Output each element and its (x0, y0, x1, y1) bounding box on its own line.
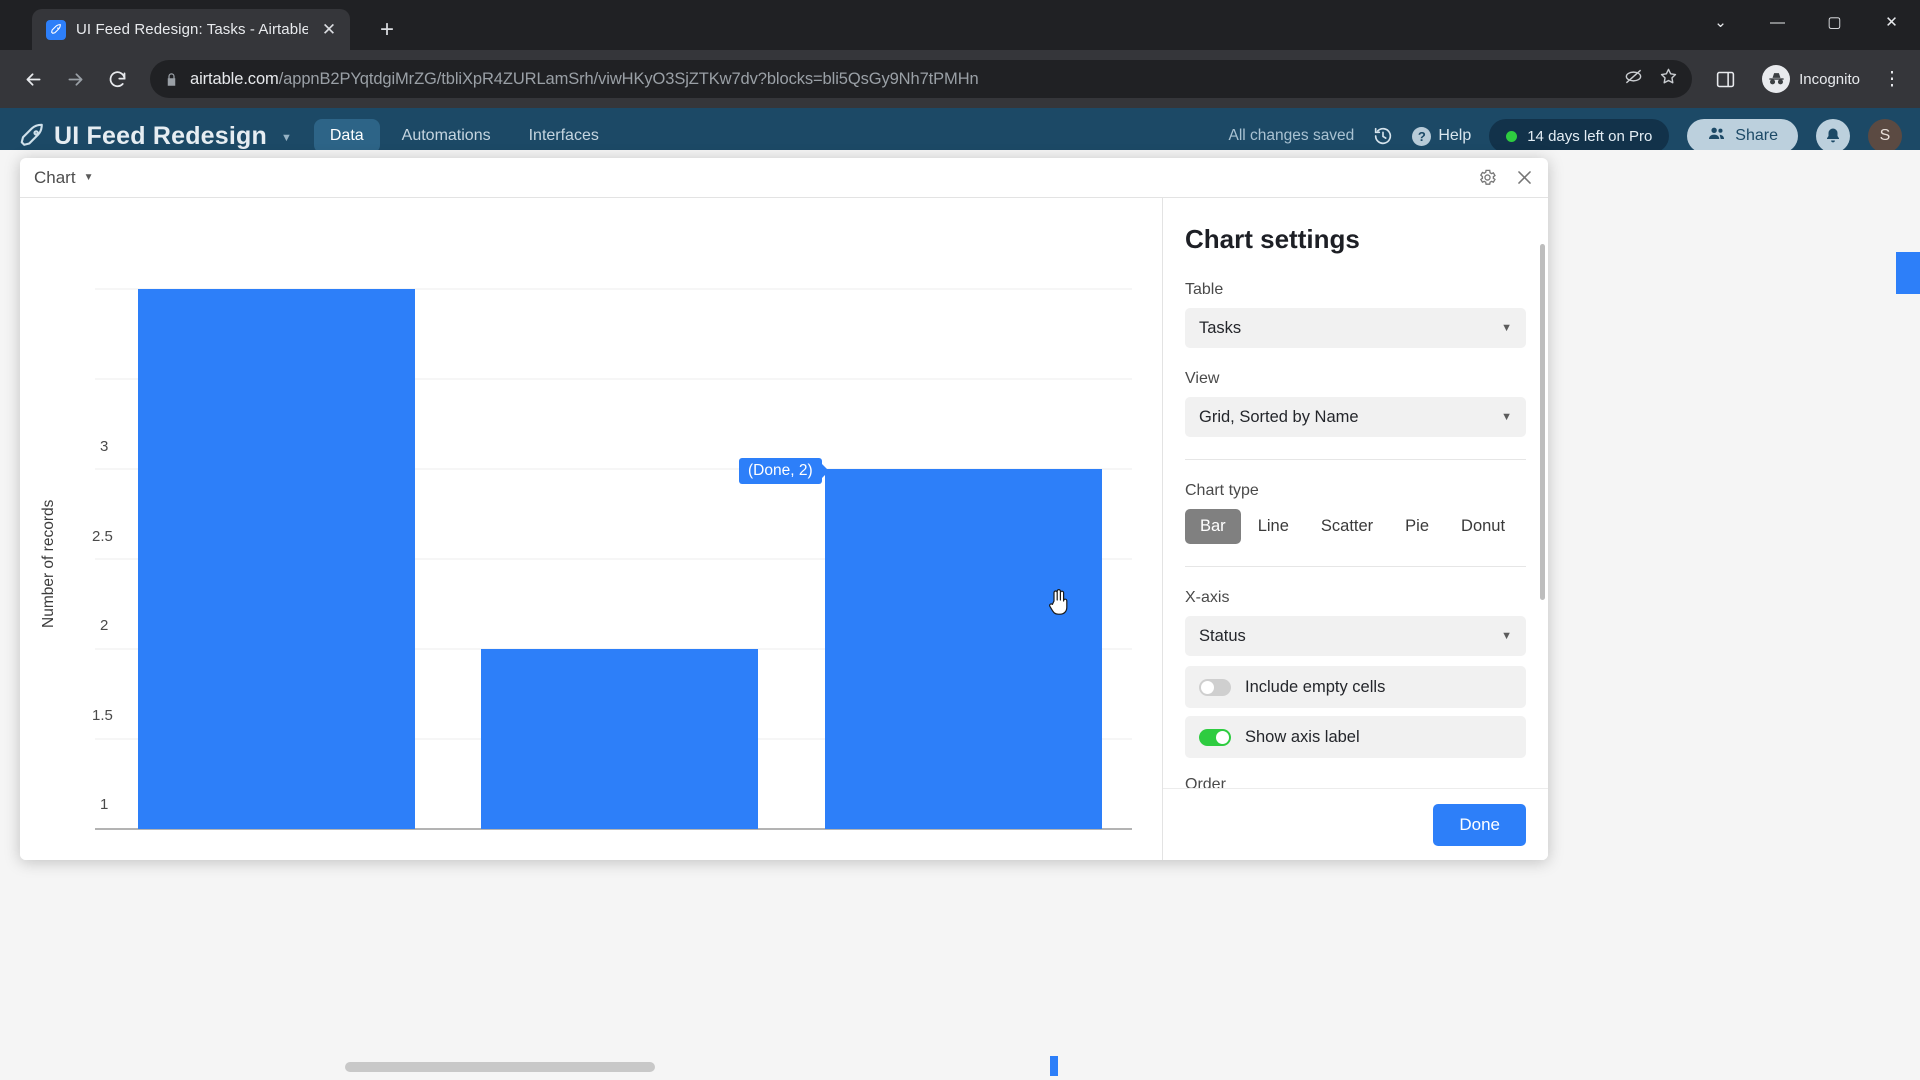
view-field-label: View (1185, 370, 1220, 387)
tab-close-icon[interactable]: ✕ (318, 21, 340, 38)
chevron-down-icon[interactable]: ▼ (281, 132, 292, 144)
trial-badge[interactable]: 14 days left on Pro (1489, 119, 1670, 153)
table-field-label: Table (1185, 281, 1224, 298)
share-button[interactable]: Share (1687, 119, 1798, 153)
x-axis-select-value: Status (1199, 626, 1246, 645)
chart-type-pie[interactable]: Pie (1390, 509, 1444, 544)
bell-icon[interactable] (1816, 119, 1850, 153)
table-select-value: Tasks (1199, 318, 1242, 337)
status-dot-icon (1506, 130, 1518, 142)
chart-settings-panel: Chart settings Table Tasks ▼ View Grid, … (1162, 198, 1548, 860)
reload-button[interactable] (98, 60, 136, 98)
chart-type-label: Chart type (1185, 482, 1259, 499)
settings-footer: Done (1163, 788, 1548, 860)
chevron-down-icon[interactable]: ⌄ (1692, 0, 1749, 44)
view-select-value: Grid, Sorted by Name (1199, 407, 1359, 426)
people-icon (1707, 124, 1726, 148)
chart-type-donut[interactable]: Donut (1446, 509, 1520, 544)
grid-row-highlight (1896, 252, 1920, 294)
browser-tab[interactable]: UI Feed Redesign: Tasks - Airtable ✕ (32, 9, 350, 50)
new-tab-button[interactable]: + (372, 18, 402, 42)
bar-chart: 3 2.5 2 1.5 1 0.5 0 Number of records To… (20, 198, 1162, 860)
chart-type-line[interactable]: Line (1243, 509, 1304, 544)
done-button[interactable]: Done (1433, 803, 1526, 846)
settings-scrollbar[interactable] (1540, 244, 1545, 600)
bar-in-progress (481, 649, 758, 829)
chart-tooltip: (Done, 2) (739, 458, 822, 484)
chart-app-modal: Chart ▼ 3 2.5 2 1.5 1 Number of records … (20, 158, 1548, 860)
chart-type-group: Bar Line Scatter Pie Donut (1185, 509, 1526, 544)
url-path: /appnB2PYqtdgiMrZG/tbliXpR4ZURLamSrh/viw… (278, 69, 979, 88)
chevron-down-icon: ▼ (1501, 322, 1512, 334)
window-close-icon[interactable]: ✕ (1863, 0, 1920, 44)
question-mark-icon: ? (1412, 126, 1432, 146)
tab-automations[interactable]: Automations (386, 119, 507, 153)
browser-tab-title: UI Feed Redesign: Tasks - Airtable (76, 21, 308, 38)
minimize-icon[interactable]: — (1749, 0, 1806, 44)
chart-type-scatter[interactable]: Scatter (1306, 509, 1388, 544)
lock-icon (164, 72, 179, 87)
grid-column-marker (1050, 1056, 1058, 1076)
browser-tabstrip: UI Feed Redesign: Tasks - Airtable ✕ + ⌄… (0, 0, 1920, 50)
url-domain: airtable.com (190, 69, 279, 88)
help-label: Help (1438, 127, 1472, 144)
chart-type-bar[interactable]: Bar (1185, 509, 1241, 544)
browser-toolbar: airtable.com/appnB2PYqtdgiMrZG/tbliXpR4Z… (0, 50, 1920, 108)
address-bar[interactable]: airtable.com/appnB2PYqtdgiMrZG/tbliXpR4Z… (150, 60, 1693, 98)
include-empty-cells-toggle[interactable] (1199, 678, 1231, 696)
x-axis-field-label: X-axis (1185, 589, 1230, 606)
back-button[interactable] (14, 60, 52, 98)
bar-done (825, 469, 1102, 829)
bar-to-do (138, 289, 415, 829)
show-axis-label-row[interactable]: Show axis label (1185, 716, 1526, 758)
history-icon[interactable] (1372, 125, 1394, 147)
settings-title: Chart settings (1185, 224, 1360, 254)
rocket-icon (18, 121, 48, 151)
kebab-menu-icon[interactable]: ⋮ (1878, 68, 1906, 91)
show-axis-label-label: Show axis label (1245, 727, 1360, 746)
settings-divider (1185, 459, 1526, 460)
share-label: Share (1735, 127, 1778, 144)
show-axis-label-toggle[interactable] (1199, 728, 1231, 746)
table-select[interactable]: Tasks ▼ (1185, 308, 1526, 348)
view-select[interactable]: Grid, Sorted by Name ▼ (1185, 397, 1526, 437)
x-axis-select[interactable]: Status ▼ (1185, 616, 1526, 656)
app-titlebar: Chart ▼ (20, 158, 1548, 198)
incognito-icon (1762, 65, 1791, 93)
side-panel-icon[interactable] (1706, 60, 1744, 98)
caret-down-icon[interactable]: ▼ (84, 172, 94, 183)
app-body: 3 2.5 2 1.5 1 0.5 0 Number of records To… (20, 198, 1548, 860)
app-name[interactable]: Chart (34, 168, 76, 188)
settings-scroll-region: Chart settings Table Tasks ▼ View Grid, … (1163, 198, 1548, 860)
include-empty-cells-label: Include empty cells (1245, 677, 1386, 696)
settings-divider-2 (1185, 566, 1526, 567)
save-status: All changes saved (1228, 127, 1355, 144)
incognito-indicator[interactable]: Incognito (1756, 62, 1874, 96)
address-bar-text: airtable.com/appnB2PYqtdgiMrZG/tbliXpR4Z… (190, 70, 1613, 89)
star-icon[interactable] (1659, 67, 1678, 91)
window-controls: ⌄ — ▢ ✕ (1692, 0, 1920, 44)
chevron-down-icon: ▼ (1501, 411, 1512, 423)
gear-icon[interactable] (1478, 168, 1497, 187)
close-icon[interactable] (1515, 168, 1534, 187)
horizontal-scrollbar[interactable] (345, 1062, 655, 1072)
include-empty-cells-row[interactable]: Include empty cells (1185, 666, 1526, 708)
tab-interfaces[interactable]: Interfaces (513, 119, 615, 153)
incognito-label: Incognito (1799, 70, 1860, 88)
base-name: UI Feed Redesign (54, 121, 267, 150)
airtable-nav-tabs: Data Automations Interfaces (313, 119, 615, 153)
chart-canvas (95, 288, 1132, 830)
chevron-down-icon: ▼ (1501, 630, 1512, 642)
forward-button[interactable] (56, 60, 94, 98)
third-party-cookie-icon[interactable] (1624, 67, 1643, 91)
rocket-icon (46, 19, 66, 40)
avatar[interactable]: S (1868, 119, 1902, 153)
tab-data[interactable]: Data (313, 119, 380, 153)
help-button[interactable]: ? Help (1412, 126, 1472, 146)
maximize-icon[interactable]: ▢ (1806, 0, 1863, 44)
trial-label: 14 days left on Pro (1527, 127, 1653, 145)
